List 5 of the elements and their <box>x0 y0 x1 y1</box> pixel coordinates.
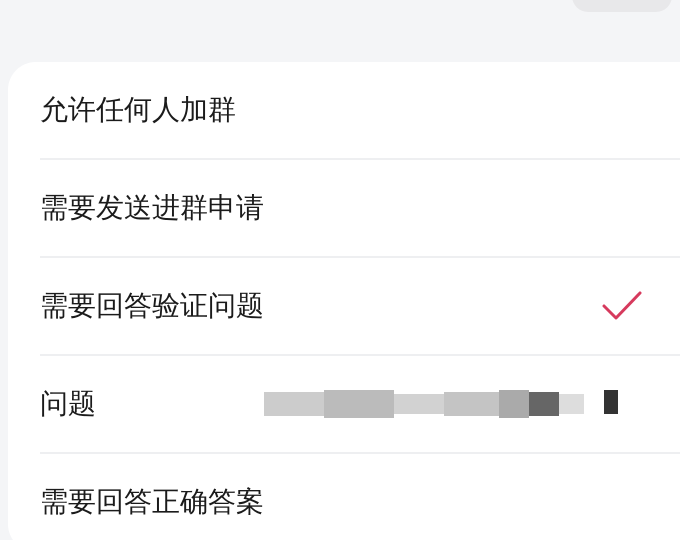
option-label[interactable]: 需要回答验证问题 <box>40 285 264 327</box>
option-label[interactable]: 需要发送进群申请 <box>40 187 264 229</box>
option-label[interactable]: 需要回答正确答案 <box>40 481 264 523</box>
option-label[interactable]: 允许任何人加群 <box>40 89 236 131</box>
field-label: 问题 <box>40 386 96 422</box>
